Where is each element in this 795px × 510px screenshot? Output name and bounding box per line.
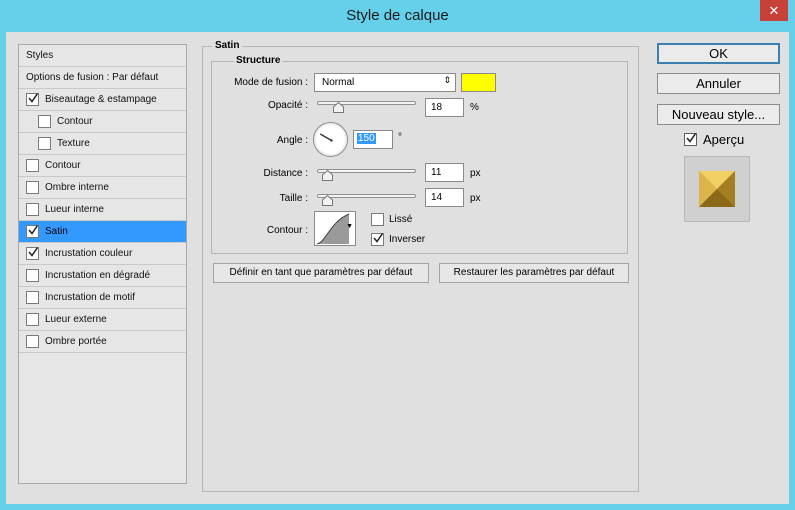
size-label: Taille : bbox=[279, 193, 308, 204]
contour-label: Contour : bbox=[266, 225, 308, 236]
blend-mode-value: Normal bbox=[322, 77, 355, 88]
angle-input[interactable]: 150 bbox=[353, 130, 393, 149]
contour-curve-icon bbox=[316, 213, 350, 245]
angle-value: 150 bbox=[357, 133, 376, 144]
distance-label: Distance : bbox=[263, 168, 308, 179]
style-item-label: Texture bbox=[57, 138, 90, 149]
opacity-slider-thumb[interactable] bbox=[332, 102, 344, 113]
checkmark-icon bbox=[686, 133, 696, 143]
distance-slider[interactable] bbox=[317, 166, 416, 181]
angle-label: Angle : bbox=[276, 135, 308, 146]
close-button[interactable]: ✕ bbox=[760, 0, 788, 21]
set-default-button[interactable]: Définir en tant que paramètres par défau… bbox=[213, 263, 429, 283]
style-item[interactable]: Texture bbox=[19, 133, 186, 155]
size-slider-thumb[interactable] bbox=[322, 195, 333, 206]
style-item-label: Lueur interne bbox=[45, 204, 104, 215]
angle-unit: ° bbox=[398, 132, 402, 143]
opacity-unit: % bbox=[470, 102, 479, 113]
style-item-checkbox[interactable] bbox=[26, 313, 39, 326]
styles-header-label: Styles bbox=[26, 50, 54, 61]
style-item-checkbox[interactable] bbox=[26, 335, 39, 348]
style-item[interactable]: Incrustation de motif bbox=[19, 287, 186, 309]
reset-default-button[interactable]: Restaurer les paramètres par défaut bbox=[439, 263, 629, 283]
angle-dial-needle bbox=[319, 133, 333, 142]
style-item[interactable]: Lueur externe bbox=[19, 309, 186, 331]
style-item-label: Biseautage & estampage bbox=[45, 94, 157, 105]
style-item[interactable]: Incrustation en dégradé bbox=[19, 265, 186, 287]
style-item-checkbox[interactable] bbox=[26, 225, 39, 238]
style-item-checkbox[interactable] bbox=[26, 181, 39, 194]
style-item-checkbox[interactable] bbox=[38, 115, 51, 128]
preview-label: Aperçu bbox=[703, 132, 745, 147]
style-item-label: Ombre interne bbox=[45, 182, 109, 193]
checkmark-icon bbox=[28, 93, 38, 103]
blend-mode-label: Mode de fusion : bbox=[234, 77, 308, 88]
style-item-checkbox[interactable] bbox=[26, 93, 39, 106]
angle-dial[interactable] bbox=[313, 122, 348, 157]
style-item-checkbox[interactable] bbox=[26, 203, 39, 216]
style-item[interactable]: Incrustation couleur bbox=[19, 243, 186, 265]
title-bar: Style de calque bbox=[0, 0, 795, 32]
checkmark-icon bbox=[28, 225, 38, 235]
satin-color-swatch[interactable] bbox=[461, 73, 496, 92]
size-unit: px bbox=[470, 193, 481, 204]
opacity-input[interactable]: 18 bbox=[425, 98, 464, 117]
style-item-label: Ombre portée bbox=[45, 336, 107, 347]
style-item-checkbox[interactable] bbox=[26, 291, 39, 304]
style-item[interactable]: Contour bbox=[19, 111, 186, 133]
select-arrows-icon: ⇕ bbox=[443, 75, 451, 85]
blend-mode-select[interactable]: Normal ⇕ bbox=[314, 73, 456, 92]
cancel-button[interactable]: Annuler bbox=[657, 73, 780, 94]
style-item-label: Satin bbox=[45, 226, 68, 237]
preview-checkbox[interactable] bbox=[684, 133, 697, 146]
style-item-checkbox[interactable] bbox=[26, 159, 39, 172]
distance-input[interactable]: 11 bbox=[425, 163, 464, 182]
contour-picker[interactable]: ▼ bbox=[314, 211, 356, 246]
style-item-label: Incrustation en dégradé bbox=[45, 270, 151, 281]
styles-header[interactable]: Styles bbox=[19, 45, 186, 67]
new-style-button[interactable]: Nouveau style... bbox=[657, 104, 780, 125]
contour-dropdown-icon: ▼ bbox=[346, 223, 353, 230]
blending-options-item[interactable]: Options de fusion : Par défaut bbox=[19, 67, 186, 89]
style-item-checkbox[interactable] bbox=[38, 137, 51, 150]
structure-title: Structure bbox=[234, 55, 283, 66]
satin-title: Satin bbox=[212, 40, 243, 51]
styles-list: Styles Options de fusion : Par défaut Bi… bbox=[18, 44, 187, 484]
invert-label: Inverser bbox=[389, 234, 426, 245]
style-item[interactable]: Ombre portée bbox=[19, 331, 186, 353]
size-input[interactable]: 14 bbox=[425, 188, 464, 207]
style-item-label: Contour bbox=[45, 160, 81, 171]
window-bottom-border bbox=[0, 504, 795, 510]
style-item-label: Contour bbox=[57, 116, 93, 127]
style-item[interactable]: Contour bbox=[19, 155, 186, 177]
style-item[interactable]: Satin bbox=[19, 221, 186, 243]
style-item-checkbox[interactable] bbox=[26, 247, 39, 260]
style-item[interactable]: Biseautage & estampage bbox=[19, 89, 186, 111]
invert-checkbox[interactable] bbox=[371, 233, 384, 246]
ok-button[interactable]: OK bbox=[657, 43, 780, 64]
style-item[interactable]: Lueur interne bbox=[19, 199, 186, 221]
dialog-client: Styles Options de fusion : Par défaut Bi… bbox=[6, 32, 789, 504]
style-item-label: Lueur externe bbox=[45, 314, 107, 325]
style-item-checkbox[interactable] bbox=[26, 269, 39, 282]
style-item-label: Incrustation couleur bbox=[45, 248, 133, 259]
style-item[interactable]: Ombre interne bbox=[19, 177, 186, 199]
blending-options-label: Options de fusion : Par défaut bbox=[26, 72, 159, 83]
checkmark-icon bbox=[373, 233, 383, 243]
opacity-slider[interactable] bbox=[317, 98, 416, 113]
window-title: Style de calque bbox=[346, 7, 449, 24]
checkmark-icon bbox=[28, 247, 38, 257]
distance-unit: px bbox=[470, 168, 481, 179]
opacity-label: Opacité : bbox=[267, 100, 308, 111]
antialias-checkbox[interactable] bbox=[371, 213, 384, 226]
style-preview-thumbnail bbox=[684, 156, 750, 222]
style-item-label: Incrustation de motif bbox=[45, 292, 136, 303]
bevel-preview-icon bbox=[699, 171, 735, 207]
distance-slider-thumb[interactable] bbox=[322, 170, 333, 181]
size-slider[interactable] bbox=[317, 191, 416, 206]
antialias-label: Lissé bbox=[389, 214, 413, 225]
